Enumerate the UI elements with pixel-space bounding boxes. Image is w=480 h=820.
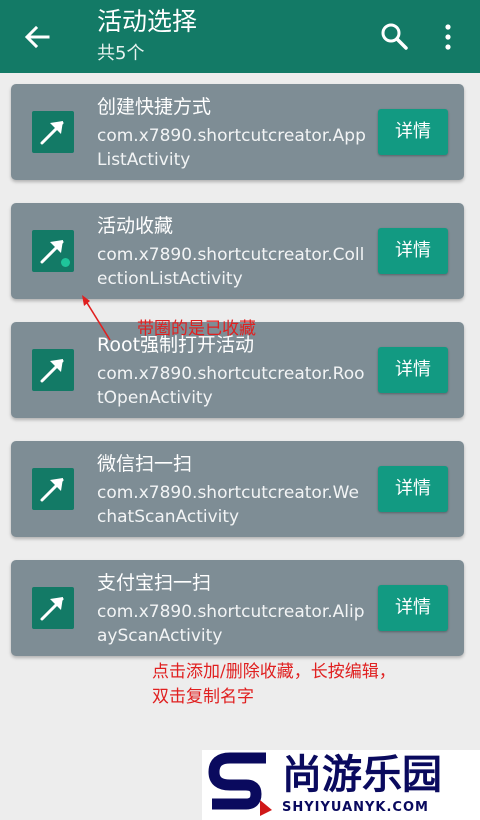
annotation-arrow-icon [82, 295, 111, 341]
activity-card[interactable]: 微信扫一扫 com.x7890.shortcutcreator.WechatSc… [11, 441, 464, 537]
usage-annotation: 点击添加/删除收藏，长按编辑， 双击复制名字 [152, 660, 396, 710]
shortcut-app-icon [32, 230, 74, 272]
watermark: 尚游乐园 SHYIYUANYK.COM [202, 750, 480, 820]
details-button[interactable]: 详情 [378, 109, 448, 155]
page-subtitle: 共5个 [97, 43, 145, 64]
search-icon[interactable] [380, 22, 408, 50]
activity-class: com.x7890.shortcutcreator.AppListActivit… [97, 126, 366, 170]
usage-annotation-line: 点击添加/删除收藏，长按编辑， [152, 662, 396, 682]
arrow-icon [40, 597, 64, 621]
app-bar: 活动选择 共5个 [0, 0, 480, 73]
activity-name: 创建快捷方式 [97, 96, 212, 118]
favorite-dot-icon [61, 258, 70, 267]
back-arrow-icon[interactable] [22, 22, 52, 52]
more-options-icon[interactable] [438, 22, 458, 52]
arrow-icon [40, 478, 64, 502]
details-button[interactable]: 详情 [378, 466, 448, 512]
activity-name: 活动收藏 [97, 215, 174, 237]
activity-class: com.x7890.shortcutcreator.RootOpenActivi… [97, 364, 365, 408]
details-button[interactable]: 详情 [378, 585, 448, 631]
arrow-icon [40, 359, 64, 383]
details-button[interactable]: 详情 [378, 228, 448, 274]
activity-name: 支付宝扫一扫 [97, 572, 212, 594]
page-title: 活动选择 [97, 7, 198, 36]
arrow-icon [40, 121, 64, 145]
activity-name: 微信扫一扫 [97, 453, 193, 475]
details-button[interactable]: 详情 [378, 347, 448, 393]
activity-card[interactable]: 支付宝扫一扫 com.x7890.shortcutcreator.AlipayS… [11, 560, 464, 656]
shortcut-app-icon [32, 587, 74, 629]
shortcut-app-icon [32, 111, 74, 153]
activity-class: com.x7890.shortcutcreator.CollectionList… [97, 245, 365, 289]
watermark-text: 尚游乐园 [282, 752, 442, 798]
shortcut-app-icon [32, 349, 74, 391]
activity-card[interactable]: 创建快捷方式 com.x7890.shortcutcreator.AppList… [11, 84, 464, 180]
activity-class: com.x7890.shortcutcreator.AlipayScanActi… [97, 602, 365, 646]
activity-class: com.x7890.shortcutcreator.WechatScanActi… [97, 483, 359, 527]
watermark-url: SHYIYUANYK.COM [282, 800, 429, 815]
watermark-logo-icon [208, 752, 272, 816]
usage-annotation-line: 双击复制名字 [152, 687, 254, 707]
favorite-annotation: 带圈的是已收藏 [137, 319, 256, 339]
activity-card[interactable]: 活动收藏 com.x7890.shortcutcreator.Collectio… [11, 203, 464, 299]
shortcut-app-icon [32, 468, 74, 510]
